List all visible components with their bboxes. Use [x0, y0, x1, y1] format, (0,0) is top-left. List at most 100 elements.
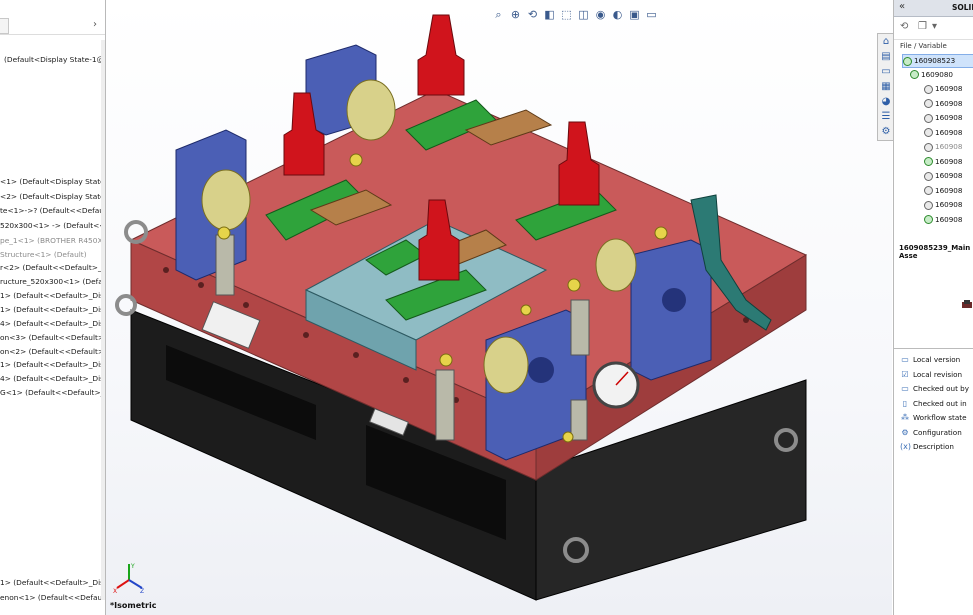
pdm-toolbar: ⟲ ❐ ▾	[894, 17, 973, 40]
file-explorer-icon[interactable]: ▭	[879, 65, 893, 79]
refresh-icon[interactable]: ⟲	[900, 21, 912, 33]
file-variable-header: File / Variable	[900, 42, 947, 50]
blue-block-bore	[662, 288, 686, 312]
tree-item[interactable]: 1> (Default<<Default>_Displ	[0, 360, 105, 370]
coordinate-triad: Y X Z	[113, 563, 144, 594]
copy-icon[interactable]: ❐	[918, 21, 930, 33]
pdm-file-name: 160908	[935, 171, 963, 180]
column-icon: (x)	[900, 442, 911, 451]
column-label: Description	[913, 442, 954, 451]
pdm-file-name: 1609080	[921, 69, 954, 79]
pdm-file-row[interactable]: 160908	[924, 199, 973, 211]
file-state-icon	[924, 84, 933, 94]
tree-item[interactable]: r<2> (Default<<Default>_Di	[0, 263, 105, 273]
file-state-icon	[924, 99, 933, 108]
pdm-file-row[interactable]: 160908	[924, 214, 973, 226]
tree-item[interactable]: <1> (Default<Display State-1	[0, 177, 105, 187]
tree-item[interactable]: 520x300<1> -> (Default<<De	[0, 221, 105, 231]
pdm-file-row[interactable]: 160908	[924, 127, 973, 139]
file-state-icon	[924, 128, 933, 137]
file-state-icon	[924, 200, 933, 210]
pdm-title: SOLID	[952, 3, 973, 12]
tree-item[interactable]: on<3> (Default<<Default>_D	[0, 333, 105, 343]
tree-item[interactable]: enon<1> (Default<<Default>_	[0, 593, 105, 603]
appearances-icon[interactable]: ◕	[879, 95, 893, 109]
tree-item[interactable]: <2> (Default<Display State-1	[0, 192, 105, 202]
main-assembly-name: 1609085239_Main Asse	[899, 244, 971, 260]
column-label: Configuration	[913, 427, 962, 437]
pdm-file-row[interactable]: 160908	[924, 98, 973, 110]
pdm-column-item[interactable]: ▭ Checked out by	[900, 382, 969, 396]
custom-properties-icon[interactable]: ☰	[879, 110, 893, 124]
pdm-file-row[interactable]: 160908	[924, 185, 973, 197]
file-state-icon	[924, 142, 933, 152]
column-icon: ☑	[901, 369, 909, 379]
pdm-vault-icon[interactable]: ⚙	[879, 125, 893, 139]
feature-manager-tree: › (Default<Display State-1@@ <1> (Default…	[0, 0, 106, 615]
tree-item[interactable]: 4> (Default<<Default>_Displ	[0, 374, 105, 384]
pdm-file-row[interactable]: 160908	[924, 156, 973, 168]
tree-item[interactable]: ructure_520x300<1> (Default<	[0, 277, 105, 287]
pdm-file-row[interactable]: 160908523	[902, 54, 973, 68]
pdm-file-name: 160908	[935, 113, 963, 122]
pdm-task-pane: « SOLID ⟲ ❐ ▾ File / Variable 160908523 1…	[893, 0, 973, 615]
pdm-column-item[interactable]: ⚙ Configuration	[900, 426, 962, 440]
pdm-file-name: 160908	[935, 185, 963, 195]
file-state-icon	[924, 215, 933, 224]
file-state-icon	[910, 70, 919, 79]
pdm-file-name: 160908	[935, 84, 963, 93]
column-label: Workflow state	[913, 413, 967, 422]
pdm-column-item[interactable]: ▭ Local version	[900, 353, 960, 367]
tree-item[interactable]: G<1> (Default<<Default>_D	[0, 388, 105, 398]
tree-item[interactable]: 4> (Default<<Default>_Displ	[0, 319, 105, 329]
collapse-pane-icon[interactable]: «	[899, 1, 905, 12]
pdm-file-name: 160908523	[914, 56, 956, 65]
chevron-right-icon[interactable]: ›	[93, 19, 97, 30]
pdm-column-item[interactable]: ▯ Checked out in	[900, 397, 967, 411]
column-label: Checked out in	[913, 398, 967, 408]
column-label: Checked out by	[913, 384, 969, 393]
svg-text:Y: Y	[130, 563, 135, 570]
column-icon: ▭	[901, 384, 909, 393]
column-label: Local version	[913, 355, 961, 364]
pdm-file-row[interactable]: 160908	[924, 141, 973, 153]
pdm-file-name: 160908	[935, 98, 963, 108]
file-state-icon	[903, 56, 912, 66]
pdm-file-row[interactable]: 1609080	[910, 69, 973, 81]
tree-item[interactable]: Structure<1> (Default)	[0, 250, 87, 260]
pdm-file-row[interactable]: 160908	[924, 112, 973, 124]
tree-item[interactable]: 1> (Default<<Default>_Displ	[0, 578, 105, 588]
tree-item[interactable]: pe_1<1> (BROTHER R450X1)	[0, 236, 105, 246]
pdm-file-name: 160908	[935, 127, 963, 137]
column-label: Local revision	[913, 369, 963, 379]
blue-block-bore	[528, 357, 554, 383]
pdm-file-row[interactable]: 160908	[924, 170, 973, 182]
tree-separator	[0, 34, 105, 35]
tree-tab[interactable]	[0, 18, 9, 34]
pdm-column-item[interactable]: ⁂ Workflow state	[900, 411, 967, 425]
pdm-column-item[interactable]: (x) Description	[900, 440, 954, 454]
file-state-icon	[924, 113, 933, 123]
design-library-icon[interactable]: ▤	[879, 50, 893, 64]
tree-scrollbar[interactable]	[101, 40, 105, 600]
pdm-titlebar: « SOLID	[894, 0, 973, 17]
svg-text:X: X	[113, 588, 117, 594]
column-icon: ▯	[902, 398, 908, 408]
tree-item[interactable]: 1> (Default<<Default>_Displ	[0, 291, 105, 301]
tree-item[interactable]: 1> (Default<<Default>_Displ	[0, 305, 105, 315]
pdm-file-row[interactable]: 160908	[924, 83, 973, 95]
tree-item[interactable]: te<1>->? (Default<<Default	[0, 206, 105, 216]
home-icon[interactable]: ⌂	[879, 35, 893, 49]
view-palette-icon[interactable]: ▦	[879, 80, 893, 94]
tree-item[interactable]: (Default<Display State-1@@	[4, 55, 105, 65]
pdm-file-name: 160908	[935, 200, 963, 209]
pdm-column-item[interactable]: ☑ Local revision	[900, 368, 962, 382]
view-orientation-label: *Isometric	[110, 601, 157, 610]
file-state-icon	[924, 157, 933, 166]
dropdown-arrow-icon[interactable]: ▾	[932, 21, 944, 33]
graphics-area[interactable]: ⌕ ⊕ ⟲ ◧ ⬚ ◫ ◉ ◐ ▣ ▭ Y X Z *Isometric	[106, 0, 892, 615]
assembly-model[interactable]	[106, 0, 892, 615]
pdm-file-name: 160908	[935, 156, 963, 166]
tree-item[interactable]: on<2> (Default<<Default>_D	[0, 347, 105, 357]
column-icon: ⚙	[901, 427, 909, 437]
